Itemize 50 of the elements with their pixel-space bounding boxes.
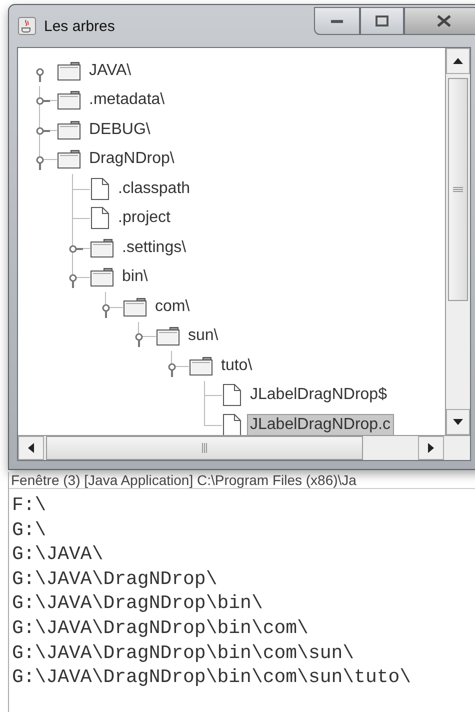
folder-icon <box>123 296 147 317</box>
maximize-button[interactable] <box>360 7 404 35</box>
tree-item[interactable]: sun\ <box>185 325 222 348</box>
left-arrow-icon[interactable] <box>28 443 34 453</box>
file-icon <box>222 383 242 408</box>
tree-item[interactable]: JAVA\ <box>86 60 134 82</box>
console-line: F:\ <box>11 493 48 518</box>
console-line: G:\JAVA\DragNDrop\bin\com\ <box>11 616 310 641</box>
folder-icon <box>189 356 213 376</box>
scroll-thumb[interactable] <box>46 436 363 460</box>
tree-item[interactable]: bin\ <box>119 266 151 288</box>
scroll-thumb[interactable] <box>448 78 468 301</box>
coffee-cup-icon <box>18 17 36 35</box>
folder-icon <box>90 238 114 258</box>
tree-item[interactable]: com\ <box>152 296 193 318</box>
folder-icon <box>57 120 81 140</box>
file-icon <box>90 206 110 230</box>
folder-icon <box>90 267 114 288</box>
tree-item[interactable]: tuto\ <box>218 354 256 377</box>
tree-item[interactable]: DEBUG\ <box>86 118 154 141</box>
right-arrow-icon[interactable] <box>428 443 434 453</box>
up-arrow-icon[interactable] <box>453 58 463 64</box>
folder-icon <box>57 60 81 81</box>
horizontal-scrollbar[interactable] <box>18 435 470 460</box>
console-line: G:\JAVA\DragNDrop\ <box>11 566 218 592</box>
close-button[interactable] <box>404 7 475 35</box>
folder-icon <box>57 90 81 110</box>
console-line: G:\JAVA\ <box>11 542 104 567</box>
folder-icon <box>57 149 81 170</box>
tree-item[interactable]: DragNDrop\ <box>86 148 178 170</box>
down-arrow-icon[interactable] <box>453 419 463 425</box>
console-line: G:\JAVA\DragNDrop\bin\com\sun\tuto\ <box>11 665 412 690</box>
minimize-icon <box>330 17 344 25</box>
tree-item[interactable]: JLabelDragNDrop$ <box>247 384 390 406</box>
tree-item[interactable]: .settings\ <box>119 236 190 259</box>
console-header: Fenêtre (3) [Java Application] C:\Program Files (x86)\Ja <box>9 472 475 489</box>
maximize-icon <box>375 15 389 27</box>
minimize-button[interactable] <box>314 7 360 35</box>
tree-item[interactable]: .project <box>115 207 174 230</box>
console-line: G:\ <box>11 518 48 542</box>
window-title: Les arbres <box>44 18 115 34</box>
console-line: G:\JAVA\DragNDrop\bin\ <box>11 591 264 616</box>
folder-icon <box>156 326 180 346</box>
tree-item[interactable]: .metadata\ <box>86 89 168 112</box>
console-line: G:\JAVA\DragNDrop\bin\com\sun\ <box>11 640 356 666</box>
tree-item[interactable]: .classpath <box>115 178 194 200</box>
close-icon <box>436 15 452 27</box>
file-icon <box>90 176 110 201</box>
vertical-scrollbar[interactable] <box>445 48 470 435</box>
tree-item[interactable]: JLabelDragNDrop.c <box>247 414 394 435</box>
